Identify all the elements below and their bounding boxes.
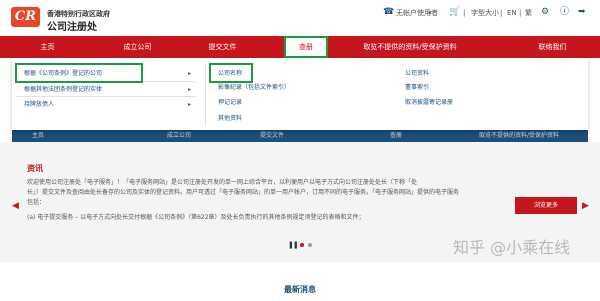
browse-more-button[interactable]: 浏览更多: [515, 197, 577, 214]
chevron-down-icon[interactable]: ▾: [428, 8, 432, 18]
menu-item-other-entities[interactable]: 根据其他法团条例登记的实体: [24, 85, 102, 94]
tab-incorporate[interactable]: 成立公司: [167, 131, 191, 141]
info-paragraph-line: 包括：: [27, 199, 46, 206]
highlight-box: [209, 63, 253, 83]
headset-icon: ☎: [383, 7, 395, 17]
share-icon[interactable]: ➥: [578, 7, 586, 18]
menu-item-director-index[interactable]: 董事索引: [405, 83, 429, 92]
carousel-dot[interactable]: [308, 243, 312, 247]
chevron-right-icon: ▸: [188, 101, 192, 108]
tab-home[interactable]: 主页: [32, 131, 44, 141]
menu-item-company-info[interactable]: 公司资料: [405, 69, 429, 78]
nav-incorporate[interactable]: 成立公司: [95, 36, 180, 58]
main-nav: 主页 成立公司 提交文件 查册 取览不提供的资料/受保护资料 联络我们: [0, 36, 600, 58]
quick-tabs: 主页 成立公司 提交文件 查册 取览不提供的资料/受保护资料: [12, 130, 588, 142]
pause-icon[interactable]: ❚❚: [288, 241, 299, 249]
chevron-right-icon: ▸: [188, 70, 192, 77]
menu-item-money-lenders[interactable]: 持牌放债人: [24, 100, 54, 109]
org-name-line2: 公司注册处: [47, 22, 97, 33]
menu-item-image-records[interactable]: 影像纪录（包括文件索引）: [218, 83, 290, 92]
nav-submit-documents[interactable]: 提交文件: [180, 36, 265, 58]
chevron-right-icon: ▸: [188, 86, 192, 93]
divider: [16, 96, 196, 97]
latest-news-heading: 最新消息: [284, 285, 316, 294]
highlight-box: [15, 63, 143, 83]
tab-protected-info[interactable]: 取览不提供的资料/受保护资料: [479, 131, 559, 141]
cr-logo[interactable]: CR: [11, 7, 40, 27]
carousel-dot-active[interactable]: [300, 243, 304, 247]
nav-contact-us[interactable]: 联络我们: [515, 36, 590, 58]
divider: |: [463, 9, 466, 17]
chevron-right-icon[interactable]: ▶: [582, 201, 589, 211]
tab-search[interactable]: 查册: [390, 131, 402, 141]
nav-protected-info[interactable]: 取览不提供的资料/受保护资料: [340, 36, 480, 58]
watermark: 知乎 @小乘在线: [453, 238, 571, 257]
chevron-left-icon[interactable]: ◀: [12, 201, 19, 211]
highlight-box: [284, 36, 328, 58]
divider: |: [500, 9, 503, 17]
menu-item-other-info[interactable]: 其他资料: [218, 114, 242, 123]
cart-icon[interactable]: 🛒: [449, 7, 460, 18]
search-dropdown-menu: 根据《公司条例》登记的公司 ▸ 根据其他法团条例登记的实体 ▸ 持牌放债人 ▸ …: [12, 58, 588, 130]
divider: |: [519, 9, 522, 17]
info-paragraph-line: 欢迎使用公司注册处「电子服务」！「电子服务网站」是公司注册处开发的单一网上综合平…: [27, 179, 418, 186]
gear-icon[interactable]: ⚙: [541, 7, 549, 18]
menu-item-withheld-register[interactable]: 取消披露寄记录册: [405, 98, 453, 107]
tab-submit-documents[interactable]: 提交文件: [260, 131, 284, 141]
info-icon[interactable]: ⓘ: [560, 7, 569, 18]
site-header: CR 香港特别行政区政府 公司注册处 ☎ 无帐户使用者 ▾ 🛒 | 字型大小 |…: [0, 0, 600, 36]
page: CR 香港特别行政区政府 公司注册处 ☎ 无帐户使用者 ▾ 🛒 | 字型大小 |…: [0, 0, 600, 301]
info-title: 资讯: [27, 164, 43, 173]
info-paragraph-line: (a) 电子提交服务 – 以电子方式向处长交付根据《公司条例》（第622章）及处…: [27, 214, 365, 221]
nav-home[interactable]: 主页: [0, 36, 95, 58]
info-paragraph-line: 长」）提交文件及查阅由处长备存的公司及实体的登记资料。用户可透过「电子服务网站」…: [27, 189, 460, 196]
font-size-link[interactable]: 字型大小: [471, 8, 499, 18]
menu-item-charge-records[interactable]: 押记记录: [218, 98, 242, 107]
divider: [205, 64, 206, 126]
lang-en-link[interactable]: EN: [507, 8, 517, 18]
lang-tc-link[interactable]: 繁: [525, 8, 532, 18]
